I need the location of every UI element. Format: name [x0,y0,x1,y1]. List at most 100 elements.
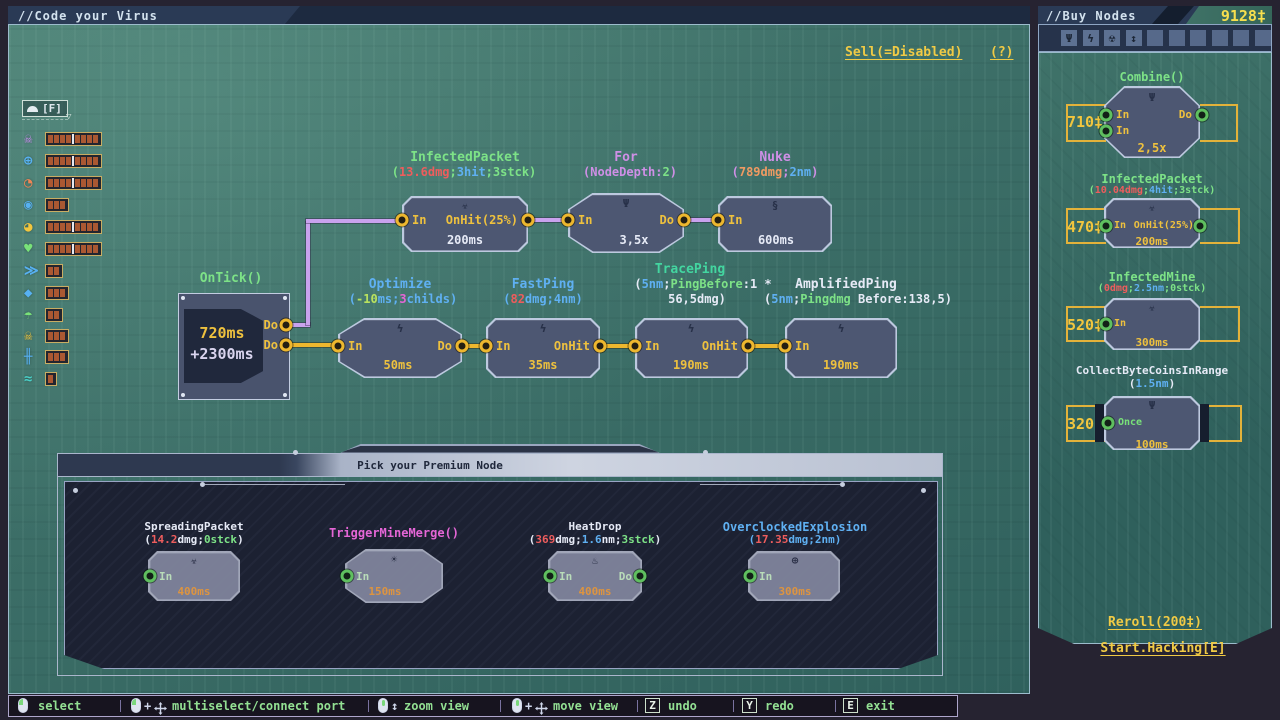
stat-meter [45,154,102,168]
reroll-button[interactable]: Reroll(200‡) [1108,615,1202,630]
port-onhit[interactable] [1194,220,1207,233]
node-multiplier: 3,5x [620,233,649,247]
port-do[interactable] [678,214,691,227]
bug-icon: ☣ [462,200,469,211]
branch-icon: Ψ [623,198,630,209]
price-tag: 710‡ [1067,113,1103,131]
port-in[interactable] [144,570,157,583]
lightning-icon: ϟ [540,323,547,334]
toolbar-divider [637,700,638,712]
umbrella-icon: ☂ [24,307,32,323]
deco-line [205,484,345,485]
port-in[interactable] [629,340,642,353]
updown-arrows-icon: ↕ [391,699,398,713]
empty-slot[interactable] [1255,30,1271,46]
stat-meter [45,176,102,190]
port-label: Do [264,318,278,332]
timer-icon: ◔ [24,175,32,191]
port-label: Once [1118,417,1142,428]
shop-filter-row: Ψϟ ☢ ↕ [1038,24,1272,52]
port-label: OnHit [554,339,590,353]
node-title: TracePing [655,262,725,277]
empty-slot[interactable] [1233,30,1249,46]
flame-icon: ♨ [592,555,599,566]
port-label: In [1114,318,1126,329]
port-in[interactable] [341,570,354,583]
branch-node-icon[interactable]: Ψ [1061,30,1077,46]
node-cost: 200ms [447,233,483,247]
port-label: In [496,339,510,353]
node-cost: 300ms [1135,336,1168,349]
node-subtitle: (14.2dmg;0stck) [144,533,243,546]
shop-node-subtitle: (0dmg;2.5nm;0stck) [1098,283,1206,294]
empty-slot[interactable] [1169,30,1185,46]
node-cost: 50ms [384,358,413,372]
node-subtitle: (17.35dmg;2nm) [749,533,842,546]
port-in[interactable] [396,214,409,227]
node-cost: 400ms [578,585,611,598]
empty-slot[interactable] [1212,30,1228,46]
node-subtitle: (789dmg;2nm) [732,165,819,179]
port-onhit[interactable] [742,340,755,353]
deco-line [700,484,840,485]
node-title: FastPing [512,277,575,292]
diamond-icon: ◆ [24,285,32,301]
control-label: redo [765,699,794,713]
shell-icon: ≈ [24,371,32,387]
empty-slot[interactable] [1190,30,1206,46]
wire-purple [306,219,402,223]
empty-slot[interactable] [1147,30,1163,46]
skull-crossbones-icon: ☠ [24,328,32,344]
port-once[interactable] [1102,417,1115,430]
port-in[interactable] [332,340,345,353]
stat-meter [45,308,63,322]
start-hacking-button[interactable]: Start.Hacking[E] [1100,641,1225,656]
port-onhit[interactable] [594,340,607,353]
control-label: undo [668,699,697,713]
port-do[interactable] [634,570,647,583]
port-label: In [356,570,369,583]
port-in[interactable] [712,214,725,227]
port-in[interactable] [744,570,757,583]
main-panel-title: //Code your Virus [18,9,158,23]
port-label: OnHit(25%) [1134,220,1194,231]
port-in[interactable] [1100,125,1113,138]
port-in[interactable] [1100,220,1113,233]
bomb-icon[interactable]: ☢ [1104,30,1120,46]
mouse-left-icon [18,698,28,713]
port-do[interactable] [456,340,469,353]
node-subtitle: (5nm;PingBefore:1 * [634,277,771,291]
node-title: TriggerMineMerge() [329,526,459,540]
node-title: Optimize [369,277,432,292]
help-button[interactable]: (?) [990,45,1013,60]
port-onhit[interactable] [522,214,535,227]
stat-meter [45,350,69,364]
port-in[interactable] [562,214,575,227]
crosshair-icon: ⊕ [24,153,32,169]
port-in[interactable] [1100,318,1113,331]
port-in[interactable] [544,570,557,583]
lightning-icon[interactable]: ϟ [1083,30,1099,46]
deco-dot [840,482,845,487]
port-do[interactable] [280,319,293,332]
node-subtitle: (13.6dmg;3hit;3stck) [392,165,537,179]
port-in[interactable] [1100,109,1113,122]
port-label: In [1116,108,1129,121]
gauge-icon: ◕ [24,219,32,235]
port-label: In [759,570,772,583]
port-do[interactable] [280,339,293,352]
stat-meter [45,198,69,212]
port-do[interactable] [1196,109,1209,122]
mouse-wheel-icon [378,698,388,713]
bug-icon: ☣ [1149,302,1156,313]
deco-dot [921,488,926,493]
key-y-icon: Y [742,698,757,713]
port-in[interactable] [779,340,792,353]
port-in[interactable] [480,340,493,353]
key-e-icon: E [843,698,858,713]
sell-button[interactable]: Sell(=Disabled) [845,45,962,60]
branch-icon: Ψ [1149,400,1156,411]
updown-arrows-icon[interactable]: ↕ [1126,30,1142,46]
shop-node-title: Combine() [1119,70,1184,84]
toggle-hud-button[interactable]: [F] [22,100,68,117]
